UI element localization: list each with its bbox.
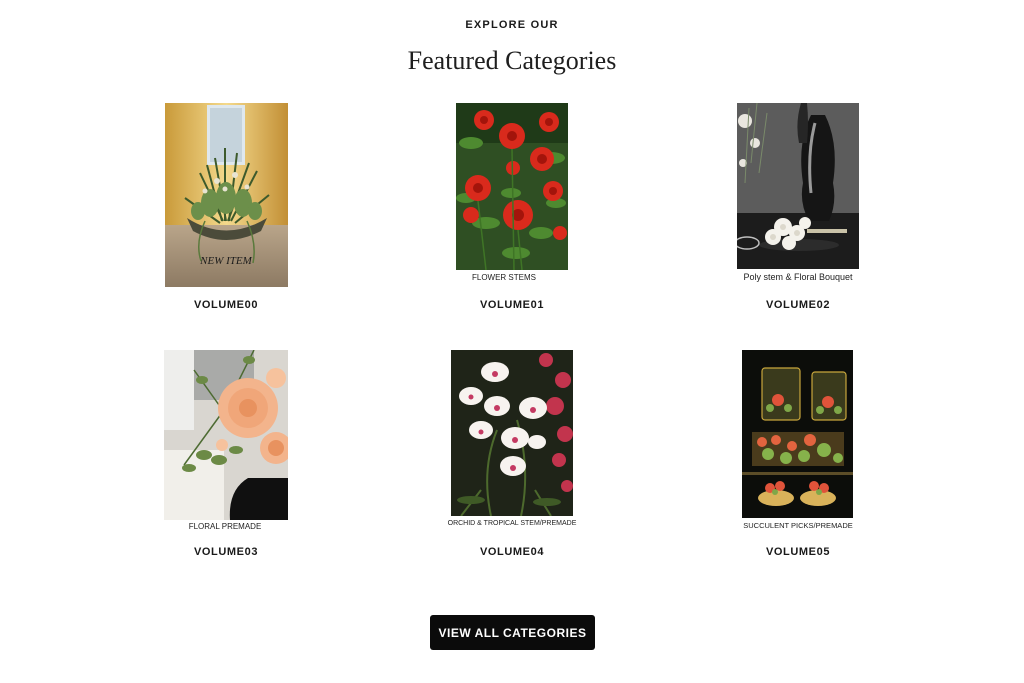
featured-categories-section: EXPLORE OUR Featured Categories NEW ITEM… (0, 0, 1024, 683)
red-roses-image (456, 103, 568, 270)
section-title: Featured Categories (407, 46, 617, 75)
category-image-succulent[interactable] (742, 350, 853, 518)
category-card-volume03[interactable]: FLORAL PREMADE VOLUME03 (160, 349, 292, 564)
new-item-overlay-text: NEW ITEM (199, 255, 252, 267)
poly-stem-bouquet-image (737, 103, 859, 269)
category-label[interactable]: VOLUME05 (732, 546, 864, 558)
peach-roses-image (164, 350, 288, 520)
category-label[interactable]: VOLUME00 (160, 299, 292, 311)
category-card-volume05[interactable]: SUCCULENT PICKS/PREMADE VOLUME05 (732, 349, 864, 564)
category-image-floral-premade[interactable] (164, 350, 288, 520)
category-label[interactable]: VOLUME01 (446, 299, 578, 311)
category-label[interactable]: VOLUME02 (732, 299, 864, 311)
category-image-caption: Poly stem & Floral Bouquet (743, 272, 853, 282)
category-image-caption: SUCCULENT PICKS/PREMADE (743, 521, 853, 530)
category-label[interactable]: VOLUME04 (446, 546, 578, 558)
category-image-caption: FLOWER STEMS (471, 273, 536, 282)
category-card-volume02[interactable]: Poly stem & Floral Bouquet VOLUME02 (732, 102, 864, 317)
section-eyebrow: EXPLORE OUR (465, 19, 559, 31)
category-card-volume04[interactable]: ORCHID & TROPICAL STEM/PREMADE VOLUME04 (446, 349, 578, 564)
category-image-caption: FLORAL PREMADE (188, 522, 262, 531)
category-label[interactable]: VOLUME03 (160, 546, 292, 558)
category-image-new-item[interactable]: NEW ITEM (165, 103, 288, 287)
orchid-stems-image (451, 350, 573, 516)
category-image-flower-stems[interactable] (456, 103, 568, 270)
category-image-orchid[interactable] (451, 350, 573, 516)
category-image-poly-stem[interactable] (737, 103, 859, 269)
category-card-volume00[interactable]: NEW ITEM VOLUME00 (160, 102, 292, 317)
view-all-categories-button[interactable]: VIEW ALL CATEGORIES (430, 615, 595, 650)
category-image-caption: ORCHID & TROPICAL STEM/PREMADE (447, 520, 577, 527)
category-card-volume01[interactable]: FLOWER STEMS VOLUME01 (446, 102, 578, 317)
new-item-arrangement-image: NEW ITEM (165, 103, 288, 287)
succulent-picks-image (742, 350, 853, 518)
